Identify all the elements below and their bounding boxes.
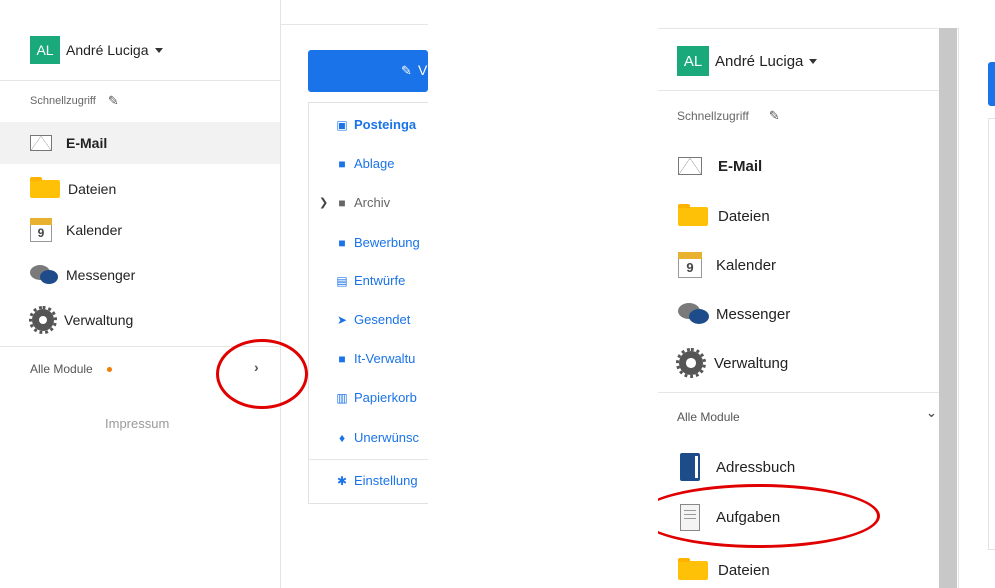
highlight-ellipse <box>216 339 308 409</box>
folder-ablage[interactable]: ■ Ablage <box>335 156 394 171</box>
user-name: André Luciga <box>715 52 804 70</box>
all-modules-toggle[interactable]: Alle Module <box>30 362 112 376</box>
mail-icon <box>30 135 52 151</box>
caret-down-icon <box>154 47 163 53</box>
folder-icon <box>678 203 708 226</box>
folder-drafts[interactable]: ▤ Entwürfe <box>335 273 405 288</box>
nav-label: Dateien <box>68 181 117 197</box>
folder-archiv[interactable]: ❯ ■ Archiv <box>319 195 390 210</box>
folder-icon: ■ <box>338 235 346 250</box>
caret-down-icon <box>809 58 818 64</box>
mail-icon <box>678 157 702 175</box>
all-modules-toggle[interactable]: Alle Module <box>677 410 740 424</box>
folder-bewerbung[interactable]: ■ Bewerbung <box>335 235 419 250</box>
divider <box>281 24 428 25</box>
compose-label: V <box>418 62 428 78</box>
folder-icon: ■ <box>338 156 346 171</box>
nav-label: E-Mail <box>66 135 108 151</box>
divider <box>0 80 280 81</box>
nav-item-files[interactable]: Dateien <box>30 177 117 200</box>
quick-access-label: Schnellzugriff <box>30 95 96 107</box>
inbox-icon: ▣ <box>336 117 348 132</box>
nav-item-calendar[interactable]: 9 Kalender <box>678 251 776 279</box>
nav-label: Kalender <box>716 256 777 274</box>
right-screenshot: AL André Luciga Schnellzugriff ✎ E-Mail … <box>658 0 995 588</box>
highlight-ellipse <box>658 484 880 548</box>
sent-icon: ➤ <box>336 312 348 327</box>
left-screenshot: AL André Luciga Schnellzugriff ✎ E-Mail … <box>0 0 428 588</box>
folder-inbox[interactable]: ▣ Posteinga <box>335 117 416 132</box>
module-label: Dateien <box>718 561 770 579</box>
avatar: AL <box>30 36 60 64</box>
nav-label: E-Mail <box>718 157 763 175</box>
messenger-icon <box>30 265 60 285</box>
calendar-icon: 9 <box>678 252 702 278</box>
addressbook-icon <box>680 453 700 481</box>
drafts-icon: ▤ <box>336 273 348 288</box>
nav-item-messenger[interactable]: Messenger <box>678 302 790 326</box>
gear-icon <box>29 306 57 334</box>
divider <box>658 392 939 393</box>
pencil-icon[interactable]: ✎ <box>108 93 119 109</box>
folder-icon <box>678 557 708 580</box>
settings-icon: ✱ <box>336 473 348 488</box>
trash-icon: ▥ <box>336 390 348 405</box>
impressum-link[interactable]: Impressum <box>105 416 169 431</box>
quick-access-header: Schnellzugriff ✎ <box>677 108 780 124</box>
folder-settings[interactable]: ✱ Einstellung <box>335 473 418 488</box>
nav-item-files[interactable]: Dateien <box>678 203 770 228</box>
folder-icon: ■ <box>338 351 346 366</box>
pencil-icon: ✎ <box>401 63 412 78</box>
user-menu[interactable]: AL André Luciga <box>30 36 163 64</box>
module-item-addressbook[interactable]: Adressbuch <box>680 452 795 482</box>
folder-icon: ■ <box>338 195 346 210</box>
nav-label: Kalender <box>66 222 123 238</box>
folder-spam[interactable]: ♦ Unerwünsc <box>335 430 419 445</box>
nav-item-admin[interactable]: Verwaltung <box>29 306 134 334</box>
sidebar: AL André Luciga Schnellzugriff ✎ E-Mail … <box>0 0 281 588</box>
compose-button[interactable]: ✎ V <box>308 50 428 92</box>
module-item-files[interactable]: Dateien <box>678 557 770 582</box>
folder-sent[interactable]: ➤ Gesendet <box>335 312 410 327</box>
divider <box>658 90 939 91</box>
avatar: AL <box>677 46 709 76</box>
nav-label: Dateien <box>718 207 770 225</box>
nav-label: Messenger <box>66 267 136 283</box>
folder-list: ▣ Posteinga ■ Ablage ❯ ■ Archiv ■ Bewerbung ▤… <box>308 102 428 504</box>
calendar-icon: 9 <box>30 218 52 242</box>
notification-dot <box>106 367 112 373</box>
nav-item-email[interactable]: E-Mail <box>0 122 280 164</box>
folder-trash[interactable]: ▥ Papierkorb <box>335 390 417 405</box>
nav-item-email[interactable]: E-Mail <box>678 155 762 177</box>
user-menu[interactable]: AL André Luciga <box>677 46 818 76</box>
chevron-down-icon[interactable]: ⌄ <box>926 405 937 421</box>
nav-item-messenger[interactable]: Messenger <box>30 264 135 286</box>
nav-item-admin[interactable]: Verwaltung <box>676 348 789 378</box>
spam-icon: ♦ <box>338 430 346 445</box>
scrollbar[interactable] <box>939 28 957 588</box>
nav-label: Verwaltung <box>714 354 789 372</box>
nav-item-calendar[interactable]: 9 Kalender <box>30 217 122 243</box>
divider <box>309 459 428 460</box>
module-label: Adressbuch <box>716 458 796 476</box>
folder-list-edge <box>988 118 995 550</box>
messenger-icon <box>678 303 710 325</box>
all-modules-label: Alle Module <box>30 362 93 376</box>
gear-icon <box>676 348 706 378</box>
nav-label: Verwaltung <box>64 312 134 328</box>
chevron-right-icon[interactable]: ❯ <box>319 196 328 209</box>
folder-it-verwaltung[interactable]: ■ It-Verwaltu <box>335 351 415 366</box>
compose-button-edge[interactable] <box>988 62 995 106</box>
folder-icon <box>30 177 60 198</box>
nav-label: Messenger <box>716 305 791 323</box>
user-name: André Luciga <box>66 42 149 58</box>
pencil-icon[interactable]: ✎ <box>769 108 780 124</box>
quick-access-header: Schnellzugriff ✎ <box>30 93 119 109</box>
quick-access-label: Schnellzugriff <box>677 109 749 123</box>
